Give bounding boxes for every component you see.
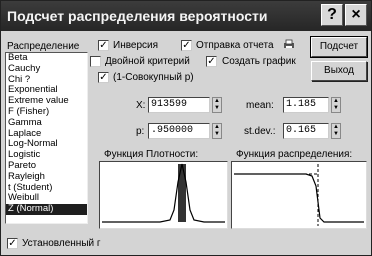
p-label: p: — [136, 126, 145, 137]
fixed-checkbox[interactable]: ✓ — [7, 238, 18, 249]
distribution-label: Распределение — [7, 41, 80, 52]
inversion-label: Инверсия — [113, 40, 159, 51]
p-field[interactable]: .950000 — [148, 123, 210, 139]
dialog-window: Подсчет распределения вероятности ? × Ра… — [0, 0, 372, 256]
close-button[interactable]: × — [345, 4, 367, 26]
cumulative-curve — [234, 164, 364, 226]
density-chart-label: Функция Плотности: — [104, 149, 199, 160]
help-button[interactable]: ? — [321, 4, 343, 26]
distribution-list-item[interactable]: Rayleigh — [6, 171, 87, 183]
x-field[interactable]: 913599 — [148, 97, 210, 113]
distribution-list-item[interactable]: Gamma — [6, 117, 87, 129]
calculate-button[interactable]: Подсчет — [310, 36, 368, 58]
distribution-list-item[interactable]: Z (Normal) — [6, 203, 87, 215]
cumulative-chart-label: Функция распределения: — [236, 149, 353, 160]
printer-icon[interactable] — [283, 39, 295, 49]
one-minus-p-label: (1-Совокупный p) — [113, 72, 194, 83]
inversion-checkbox[interactable]: ✓ — [98, 40, 109, 51]
double-criterion-checkbox[interactable] — [90, 56, 101, 67]
create-graph-label: Создать график — [222, 56, 296, 67]
fixed-label: Установленный г — [22, 238, 101, 249]
title-bar[interactable]: Подсчет распределения вероятности ? × — [1, 1, 371, 31]
stdev-field[interactable]: 0.165 — [283, 123, 329, 139]
exit-button[interactable]: Выход — [311, 61, 367, 81]
window-title: Подсчет распределения вероятности — [7, 8, 268, 24]
create-graph-checkbox[interactable]: ✓ — [206, 56, 217, 67]
send-report-checkbox[interactable]: ✓ — [181, 40, 192, 51]
p-spinner[interactable]: ▲ ▼ — [212, 123, 222, 139]
stdev-label: st.dev.: — [244, 126, 276, 137]
stdev-spinner[interactable]: ▲ ▼ — [331, 123, 341, 139]
distribution-list-item[interactable]: Cauchy — [6, 63, 87, 75]
cumulative-chart — [231, 161, 367, 229]
x-label: X: — [136, 100, 146, 111]
distribution-list[interactable]: Beta Cauchy Chi ? Exponential Extreme value F… — [5, 52, 88, 224]
mean-label: mean: — [246, 100, 274, 111]
density-curve — [102, 163, 225, 223]
density-chart — [99, 161, 228, 229]
mean-spinner[interactable]: ▲ ▼ — [331, 97, 341, 113]
one-minus-p-checkbox[interactable]: ✓ — [98, 72, 109, 83]
mean-field[interactable]: 1.185 — [283, 97, 329, 113]
send-report-label: Отправка отчета — [196, 40, 274, 51]
x-spinner[interactable]: ▲ ▼ — [212, 97, 222, 113]
double-criterion-label: Двойной критерий — [105, 56, 190, 67]
